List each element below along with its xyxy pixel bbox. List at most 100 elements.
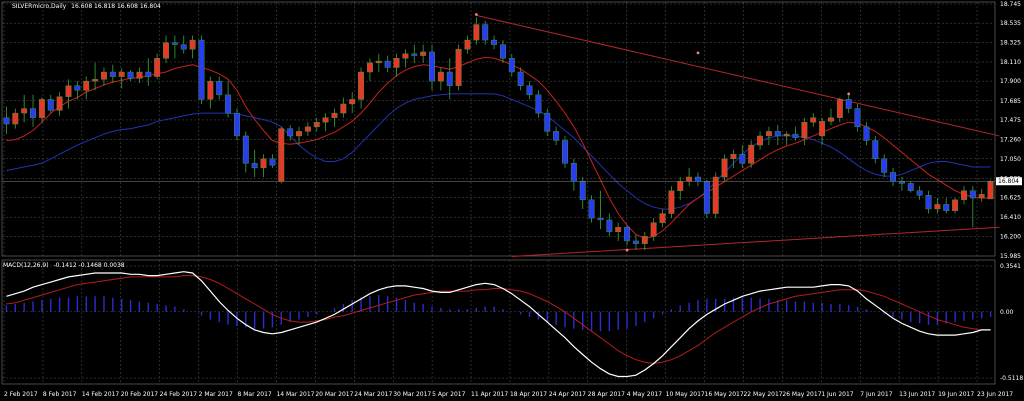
candle-body — [393, 58, 400, 68]
candle-body — [92, 79, 99, 82]
candle-body — [437, 71, 444, 82]
candle-body — [171, 42, 178, 45]
price-tick-label: 18.325 — [1000, 39, 1021, 46]
candle-body — [881, 158, 888, 173]
candle-body — [845, 99, 852, 109]
macd-tick-label: -0.5118 — [1000, 375, 1023, 382]
candle-body — [650, 222, 657, 237]
candle-body — [677, 181, 684, 191]
candle-body — [517, 71, 524, 86]
date-tick-label: 28 Apr 2017 — [588, 391, 625, 398]
candle-body — [349, 99, 356, 105]
date-tick-label: 24 Mar 2017 — [354, 391, 392, 398]
candle-body — [703, 181, 710, 214]
candle-body — [641, 236, 648, 244]
candle-body — [801, 122, 808, 138]
trading-chart[interactable]: 18.745 18.535 18.325 18.110 17.900 17.685 17.4… — [0, 0, 1024, 401]
candle-body — [526, 85, 533, 96]
candle-body — [499, 44, 506, 59]
candle-body — [562, 140, 568, 164]
date-tick-label: 1 Jun 2017 — [821, 391, 853, 398]
candle-body — [375, 60, 382, 64]
candle-body — [83, 80, 90, 91]
candle-body — [588, 199, 595, 219]
fractal-marker — [474, 13, 478, 16]
date-tick-label: 16 May 2017 — [705, 391, 744, 398]
candle-body — [659, 213, 666, 223]
candle-body — [358, 71, 365, 100]
candle-body — [890, 172, 896, 182]
candle-body — [234, 112, 240, 137]
candle-body — [482, 24, 489, 41]
candle-body — [836, 99, 843, 118]
candle-body — [978, 194, 985, 199]
candle-body — [260, 158, 267, 169]
candle-body — [127, 71, 134, 79]
macd-header: MACD(12,26,9) -0.1412 -0.1468 0.0038 — [3, 262, 125, 269]
date-tick-label: 19 Jun 2017 — [938, 391, 974, 398]
last-price-label: 16.804 — [998, 178, 1019, 185]
date-tick-label: 24 Feb 2017 — [160, 391, 198, 398]
candle-body — [225, 94, 232, 114]
date-tick-label: 13 Jun 2017 — [899, 391, 935, 398]
price-tick-label: 16.410 — [1000, 214, 1021, 221]
macd-tick-label: 0.3541 — [1000, 263, 1021, 270]
candle-body — [819, 121, 826, 137]
candle-body — [331, 112, 338, 118]
candle-body — [163, 42, 169, 59]
date-tick-label: 4 May 2017 — [627, 391, 662, 398]
candle-body — [925, 195, 932, 210]
candle-body — [943, 204, 950, 212]
price-tick-label: 17.900 — [1000, 78, 1021, 85]
candle-body — [774, 131, 781, 137]
candle-body — [721, 158, 728, 178]
candle-body — [491, 39, 498, 45]
candle-body — [961, 190, 967, 201]
date-tick-label: 8 Mar 2017 — [238, 391, 272, 398]
symbol-header: SILVERmicro,Daily 16.608 16.818 16.608 1… — [12, 3, 161, 10]
candle-body — [402, 53, 409, 59]
date-tick-label: 18 Apr 2017 — [510, 391, 547, 398]
candle-body — [313, 122, 320, 128]
price-tick-label: 17.260 — [1000, 137, 1021, 144]
candle-body — [154, 58, 161, 77]
price-tick-label: 15.985 — [1000, 253, 1021, 260]
price-tick-label: 18.535 — [1000, 20, 1021, 27]
date-tick-label: 5 Apr 2017 — [432, 391, 465, 398]
date-tick-label: 20 Mar 2017 — [315, 391, 353, 398]
candle-body — [739, 153, 746, 164]
candle-body — [101, 71, 107, 80]
candle-body — [508, 58, 515, 73]
candle-body — [730, 153, 737, 159]
candle-body — [606, 219, 613, 233]
candle-body — [553, 131, 560, 141]
candle-body — [863, 126, 870, 141]
candle-body — [898, 181, 905, 184]
candle-body — [686, 176, 693, 182]
price-tick-label: 17.475 — [1000, 117, 1021, 124]
candle-body — [38, 99, 45, 118]
candle-body — [420, 51, 427, 56]
price-tick-label: 16.625 — [1000, 195, 1021, 202]
candle-body — [189, 39, 196, 50]
candle-body — [287, 128, 294, 137]
candle-body — [748, 144, 755, 164]
candle-body — [535, 94, 542, 114]
candle-body — [207, 80, 214, 100]
candle-body — [65, 85, 72, 97]
candle-body — [74, 85, 81, 91]
price-tick-label: 17.685 — [1000, 98, 1021, 105]
candle-body — [136, 71, 143, 79]
candle-body — [384, 60, 391, 68]
price-tick-label: 17.050 — [1000, 156, 1021, 163]
candle-body — [180, 44, 187, 50]
date-tick-label: 11 Apr 2017 — [471, 391, 508, 398]
date-tick-label: 8 Feb 2017 — [43, 391, 77, 398]
candle-body — [304, 126, 311, 132]
candle-body — [783, 133, 790, 137]
date-tick-label: 24 Apr 2017 — [549, 391, 586, 398]
candle-body — [854, 108, 861, 128]
candle-body — [366, 62, 373, 73]
candle-body — [242, 135, 249, 164]
candle-body — [145, 71, 152, 77]
